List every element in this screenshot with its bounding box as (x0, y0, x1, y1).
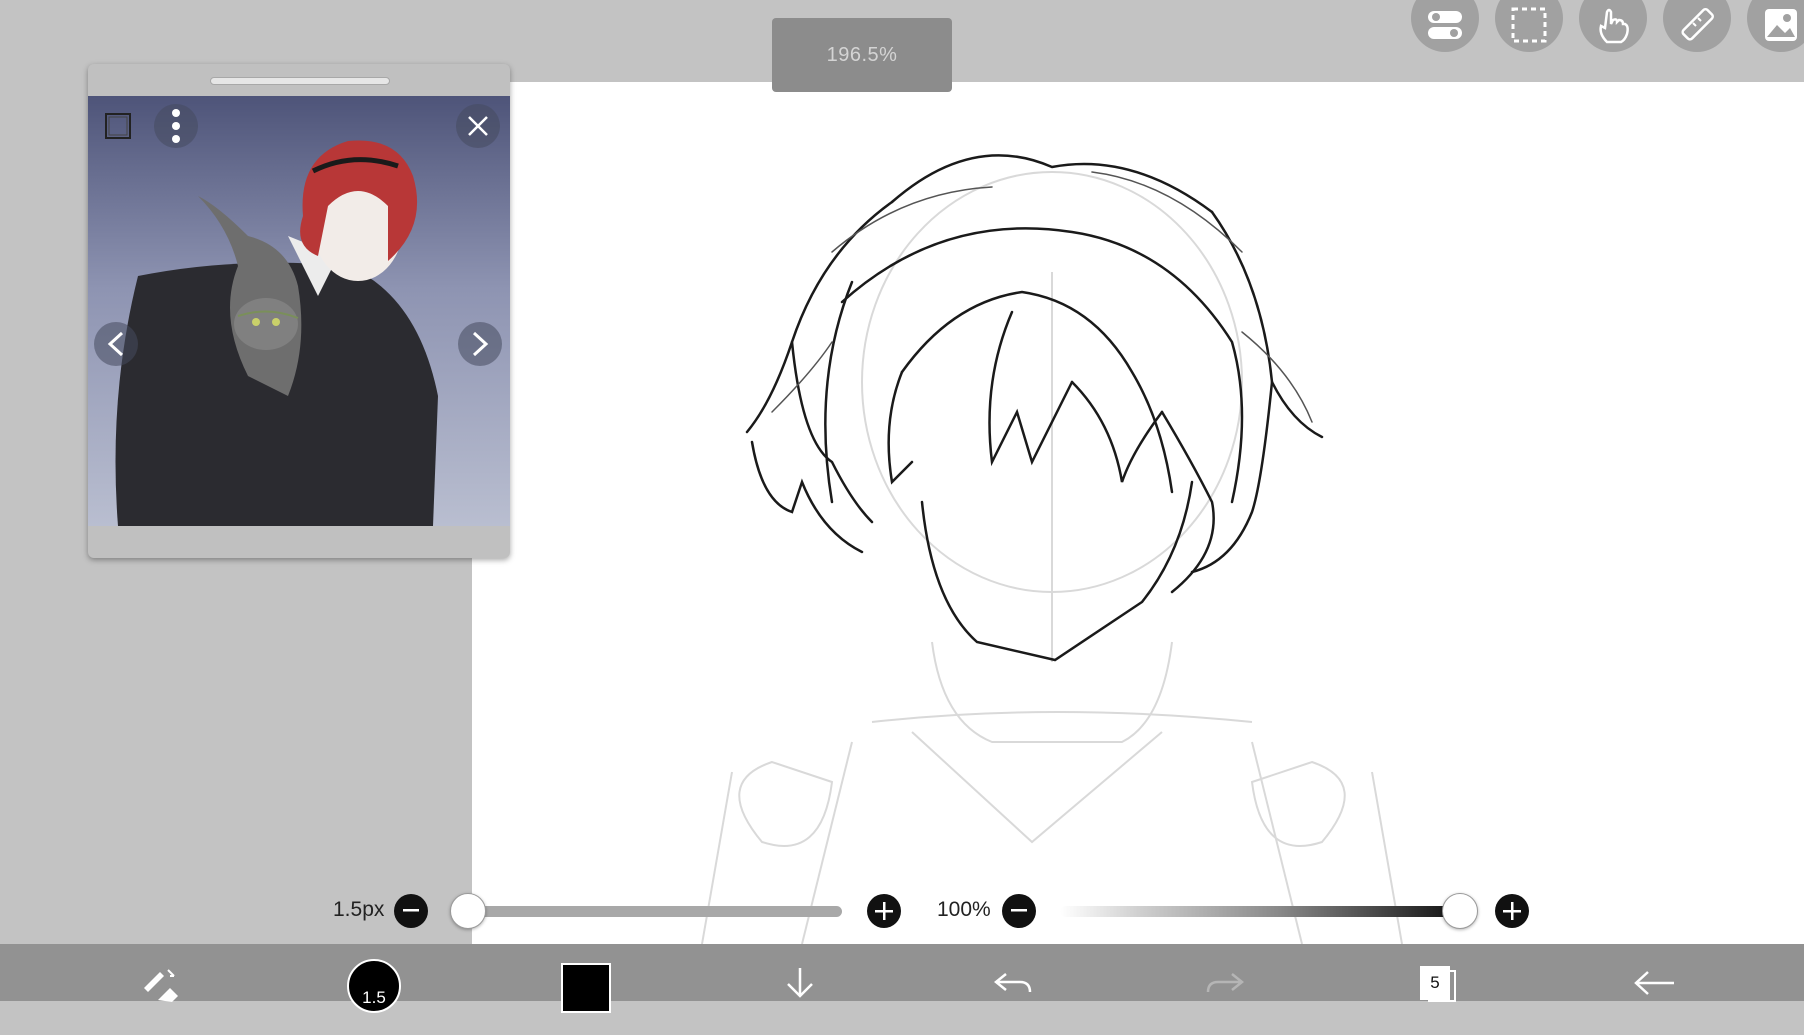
opacity-increase-button[interactable] (1495, 894, 1529, 928)
download-icon[interactable] (770, 944, 830, 1001)
brush-sliders: 1.5px 100% (0, 886, 1804, 936)
image-icon[interactable] (1747, 0, 1804, 52)
reference-photo (88, 96, 510, 526)
layers-count: 5 (1420, 966, 1450, 1000)
chevron-right-icon[interactable] (458, 322, 502, 366)
zoom-indicator: 196.5% (772, 18, 952, 92)
close-icon[interactable] (456, 104, 500, 148)
brush-size-label: 1.5px (333, 898, 385, 921)
brush-size-slider[interactable] (456, 906, 842, 917)
layers-icon[interactable]: 5 (1410, 944, 1470, 1002)
ruler-icon[interactable] (1663, 0, 1731, 52)
brush-size-icon[interactable]: 1.5 (344, 944, 404, 1013)
brush-size-decrease-button[interactable] (394, 894, 428, 928)
more-vertical-icon[interactable] (154, 104, 198, 148)
undo-icon[interactable] (982, 944, 1042, 1001)
opacity-slider[interactable] (1060, 906, 1460, 917)
opacity-slider-handle[interactable] (1442, 893, 1478, 929)
reference-drag-handle[interactable] (210, 77, 390, 85)
frame-icon[interactable] (96, 104, 140, 148)
hand-touch-icon[interactable] (1579, 0, 1647, 52)
reference-panel[interactable] (88, 64, 510, 558)
back-icon[interactable] (1624, 944, 1684, 1001)
selection-icon[interactable] (1495, 0, 1563, 52)
toggle-settings-icon[interactable] (1411, 0, 1479, 52)
color-swatch[interactable] (556, 944, 616, 1013)
chevron-left-icon[interactable] (94, 322, 138, 366)
brush-size-slider-handle[interactable] (449, 893, 486, 929)
opacity-decrease-button[interactable] (1002, 894, 1036, 928)
redo-icon[interactable] (1196, 944, 1256, 1001)
pen-eraser-swap-icon[interactable] (130, 944, 190, 1002)
bottom-toolbar: 1.5 5 (0, 944, 1804, 1013)
brush-size-increase-button[interactable] (867, 894, 901, 928)
opacity-label: 100% (937, 898, 991, 921)
brush-indicator-label: 1.5 (347, 959, 401, 1013)
sketch-drawing (701, 154, 1403, 944)
drawing-canvas[interactable] (472, 82, 1804, 944)
